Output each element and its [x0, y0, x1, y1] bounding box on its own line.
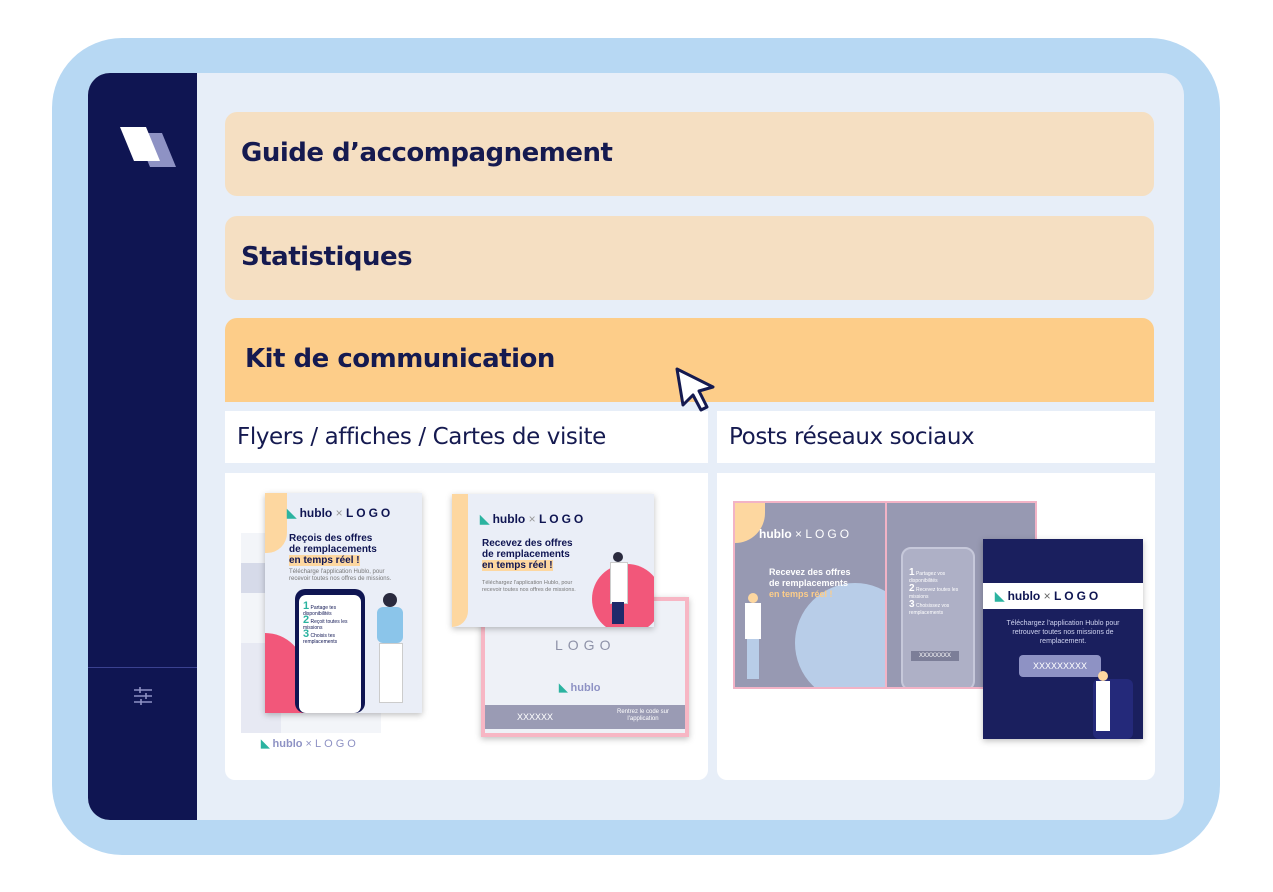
social-post-1[interactable]: hublo × LOGO Recevez des offres de rempl…	[733, 501, 887, 689]
posts-preview-panel: hublo × LOGO Recevez des offres de rempl…	[717, 473, 1155, 780]
section-kit-title: Kit de communication	[245, 344, 555, 374]
app-screen: Guide d’accompagnement Statistiques Kit …	[88, 73, 1184, 820]
sidebar-divider	[88, 667, 197, 668]
post1-person-illustration	[743, 593, 765, 683]
flyer-hublo-text: hublo	[299, 506, 333, 520]
post3-hublo-text: hublo	[1007, 589, 1041, 603]
flyer-headline-2: de remplacements	[289, 544, 377, 555]
column-flyers-title: Flyers / affiches / Cartes de visite	[237, 424, 606, 450]
card-code: XXXXXX	[517, 712, 554, 722]
post2-step-2: Recevez toutes les missions	[909, 587, 959, 600]
post1-x-text: ×	[795, 527, 803, 541]
flyer-x-text: ×	[335, 506, 343, 520]
card-headline-3: en temps réel !	[482, 560, 553, 571]
section-stats-title: Statistiques	[241, 242, 413, 272]
flyer-preview[interactable]: ◣ hublo × LOGO Reçois des offres de remp…	[265, 493, 422, 713]
card-headline-1: Recevez des offres	[482, 538, 573, 549]
column-posts-title: Posts réseaux sociaux	[729, 424, 975, 450]
post1-hublo-text: hublo	[759, 527, 792, 541]
post1-headline-2: de remplacements	[769, 578, 849, 588]
card-back-logo: LOGO	[555, 637, 616, 653]
flyer-person-illustration	[369, 593, 409, 703]
flyer-logo-text: LOGO	[345, 506, 394, 520]
card-code-bar: XXXXXX Rentrez le code sur l'application	[485, 705, 685, 729]
settings-sliders-icon[interactable]	[132, 685, 154, 707]
flyer-footer-logo: LOGO	[315, 738, 359, 750]
post3-person-illustration	[1095, 671, 1111, 735]
flyer-footer-hublo: hublo	[272, 738, 303, 750]
card-person-illustration	[608, 552, 628, 626]
flyer-headline-1: Reçois des offres	[289, 533, 373, 544]
flyer-subtext: Télécharge l'application Hublo, pour rec…	[289, 569, 392, 582]
flyer-footer-x: ×	[305, 738, 312, 750]
flyer-step-2: Reçoit toutes les missions	[303, 619, 348, 631]
post1-headline-1: Recevez des offres	[769, 567, 851, 577]
section-guide[interactable]: Guide d’accompagnement	[225, 112, 1154, 196]
section-guide-title: Guide d’accompagnement	[241, 138, 613, 168]
column-header-flyers: Flyers / affiches / Cartes de visite	[225, 411, 708, 463]
flyer-headline-3: en temps réel !	[289, 555, 360, 566]
card-headline-2: de remplacements	[482, 549, 570, 560]
social-post-3[interactable]: ◣ hublo × LOGO Téléchargez l'application…	[983, 539, 1143, 739]
card-hublo-text: hublo	[492, 512, 526, 526]
flyers-preview-panel: ◣ hublo × LOGO Reçois des offres de remp…	[225, 473, 708, 780]
post3-logo-text: LOGO	[1053, 589, 1102, 603]
post2-code: XXXXXXXX	[911, 651, 960, 661]
sidebar	[88, 73, 197, 820]
flyer-phone: 1 Partage tes disponibilités 2 Reçoit to…	[295, 589, 365, 713]
card-x-text: ×	[528, 512, 536, 526]
post2-step-3: Choisissez vos remplacements	[909, 603, 950, 616]
post1-headline-3: en temps réel !	[769, 589, 833, 599]
post1-logo-text: LOGO	[805, 527, 853, 541]
card-logo-text: LOGO	[538, 512, 587, 526]
card-code-label: Rentrez le code sur l'application	[616, 709, 670, 722]
cursor-arrow-icon	[675, 367, 715, 412]
card-subtext: Téléchargez l'application Hublo, pour re…	[482, 580, 576, 593]
post3-code: XXXXXXXXX	[1019, 655, 1102, 677]
post3-text: Téléchargez l'application Hublo pour ret…	[1006, 620, 1120, 645]
column-header-posts: Posts réseaux sociaux	[717, 411, 1155, 463]
hublo-logo-icon[interactable]	[114, 123, 184, 179]
business-card-front[interactable]: ◣ hublo × LOGO Recevez des offres de rem…	[452, 494, 654, 627]
post3-x-text: ×	[1043, 589, 1051, 603]
section-statistiques[interactable]: Statistiques	[225, 216, 1154, 300]
flyer-step-3: Choisis tes remplacements	[303, 633, 338, 645]
card-back-hublo: hublo	[570, 682, 601, 694]
